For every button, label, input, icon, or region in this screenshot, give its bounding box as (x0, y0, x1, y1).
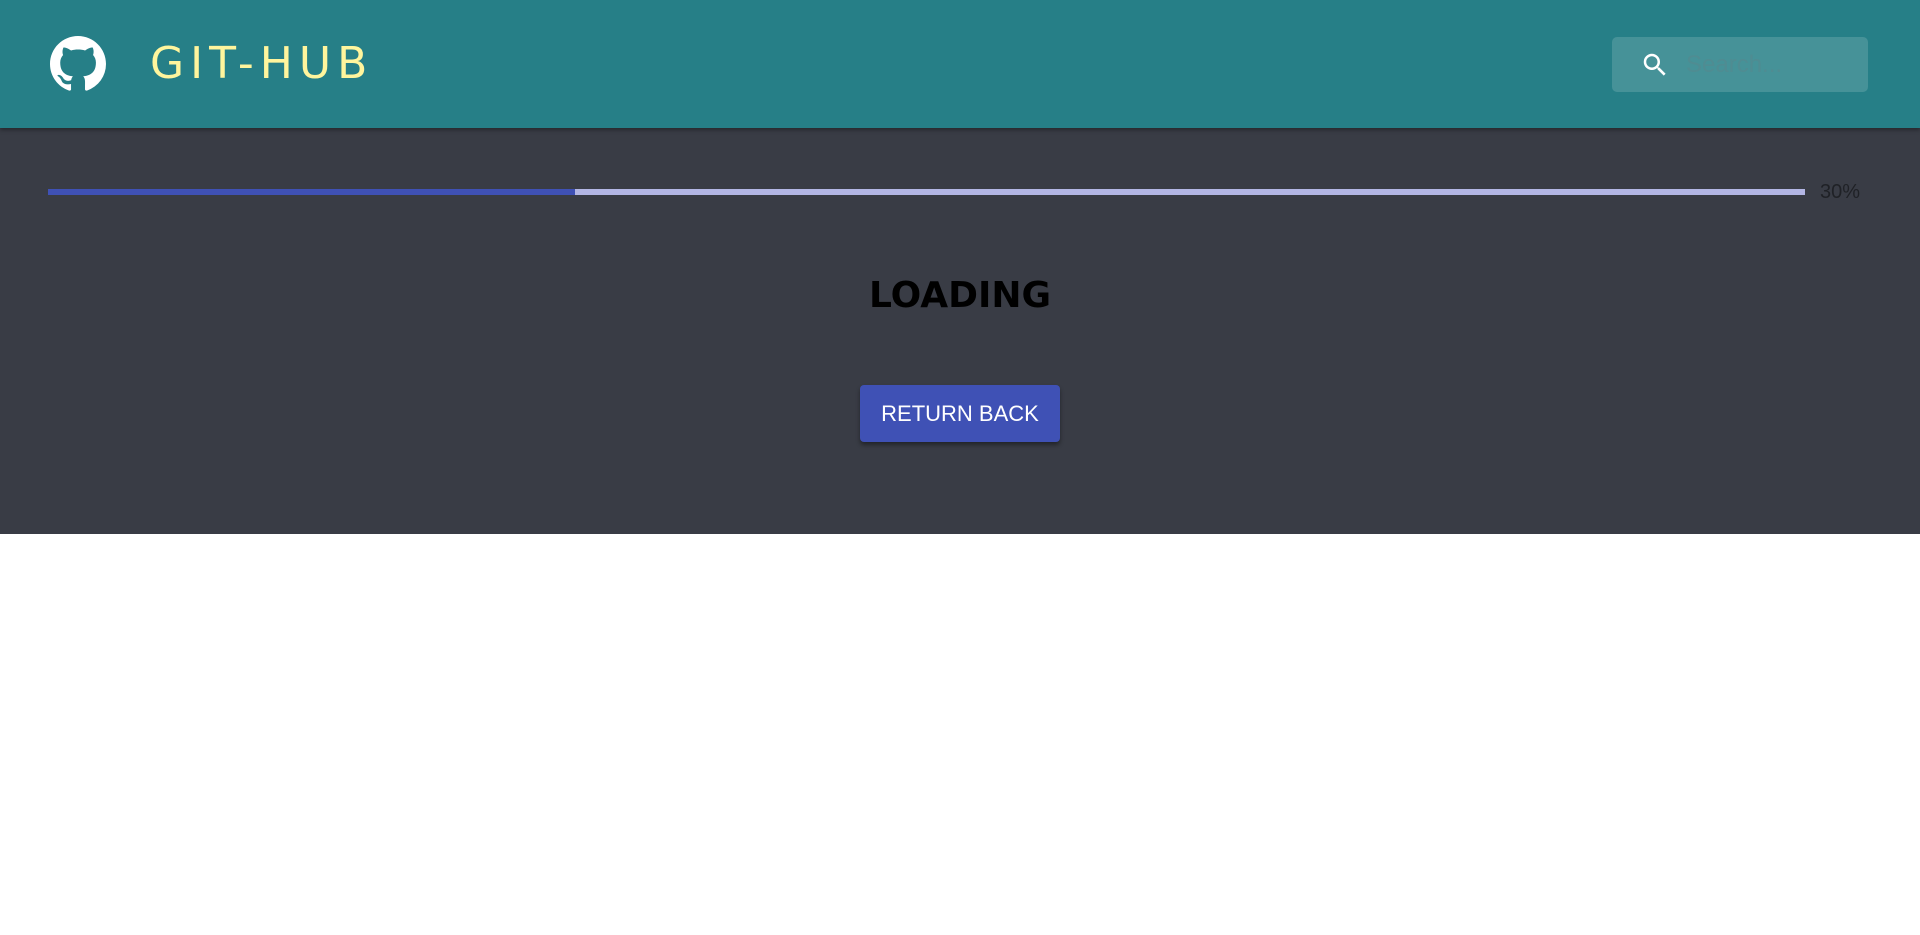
brand-title: GIT-HUB (150, 38, 374, 89)
github-icon[interactable] (50, 36, 106, 92)
progress-bar-fill (48, 189, 576, 195)
search-icon (1643, 53, 1666, 76)
search-box[interactable] (1612, 37, 1868, 92)
search-input[interactable] (1686, 37, 1862, 92)
loading-title: LOADING (868, 275, 1052, 316)
loading-panel: 30% LOADING RETURN BACK (0, 128, 1920, 534)
progress-percent-label: 30% (1820, 181, 1861, 203)
app-header: GIT-HUB (0, 0, 1920, 128)
progress-bar (48, 189, 1805, 195)
return-back-button[interactable]: RETURN BACK (860, 385, 1060, 442)
